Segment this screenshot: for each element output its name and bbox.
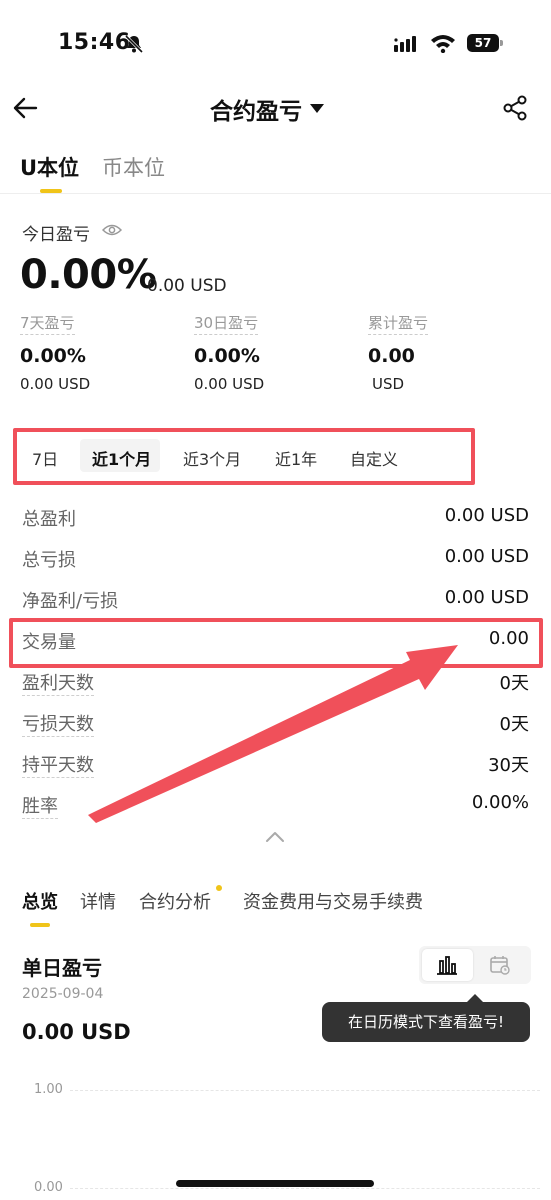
- row-loss-days-label[interactable]: 亏损天数: [22, 710, 94, 737]
- calendar-icon[interactable]: [489, 955, 511, 975]
- row-net-pnl-value: 0.00 USD: [444, 587, 529, 608]
- row-profit-days-value: 0天: [499, 673, 529, 694]
- daily-pnl-value: 0.00 USD: [22, 1020, 131, 1044]
- wifi-icon: [431, 35, 455, 53]
- daily-pnl-date: 2025-09-04: [22, 986, 104, 1002]
- stat-30d-percent: 0.00%: [194, 345, 260, 367]
- tab-details[interactable]: 详情: [80, 888, 116, 914]
- stat-total-label[interactable]: 累计盈亏: [368, 312, 429, 335]
- row-net-pnl-label: 净盈利/亏损: [22, 591, 119, 612]
- stat-total-value: 0.00: [368, 345, 415, 367]
- daily-pnl-title: 单日盈亏: [22, 956, 102, 980]
- row-total-profit-label: 总盈利: [22, 509, 76, 530]
- tab-funding-fees[interactable]: 资金费用与交易手续费: [243, 888, 423, 914]
- back-arrow-icon[interactable]: [12, 96, 38, 120]
- grid-line: [70, 1188, 540, 1189]
- page-title: 合约盈亏: [210, 99, 302, 125]
- chevron-up-icon[interactable]: [264, 830, 286, 844]
- bar-chart-icon[interactable]: [436, 955, 458, 975]
- divider: [0, 193, 551, 194]
- row-total-profit-value: 0.00 USD: [444, 505, 529, 526]
- axis-label-bottom: 0.00: [34, 1180, 63, 1195]
- row-flat-days-label[interactable]: 持平天数: [22, 751, 94, 778]
- home-indicator: [176, 1180, 374, 1187]
- tab-coin-margin[interactable]: 币本位: [102, 152, 165, 182]
- silent-bell-icon: [124, 34, 144, 54]
- tab-u-margin[interactable]: U本位: [20, 152, 79, 182]
- row-total-loss-label: 总亏损: [22, 550, 76, 571]
- row-flat-days-value: 30天: [488, 755, 529, 776]
- row-profit-days-label[interactable]: 盈利天数: [22, 669, 94, 696]
- calendar-tooltip: 在日历模式下查看盈亏!: [322, 1002, 530, 1042]
- today-pnl-usd: 0.00 USD: [147, 276, 227, 296]
- stat-7d-label[interactable]: 7天盈亏: [20, 312, 75, 335]
- stat-total-unit: USD: [372, 375, 405, 393]
- eye-icon[interactable]: [102, 223, 122, 237]
- title-dropdown[interactable]: 合约盈亏: [210, 92, 324, 126]
- row-loss-days-value: 0天: [499, 714, 529, 735]
- status-time: 15:46: [58, 30, 131, 55]
- stat-7d-usd: 0.00 USD: [20, 375, 91, 393]
- stat-30d-label[interactable]: 30日盈亏: [194, 312, 259, 335]
- annotation-highlight-periods: [13, 428, 475, 485]
- grid-line: [70, 1090, 540, 1091]
- row-win-rate-label[interactable]: 胜率: [22, 792, 58, 819]
- tooltip-arrow: [467, 994, 483, 1002]
- row-win-rate-value: 0.00%: [471, 792, 529, 813]
- annotation-highlight-volume: [9, 618, 543, 668]
- stat-7d-percent: 0.00%: [20, 345, 86, 367]
- bottom-tab-underline: [30, 923, 50, 927]
- cell-signal-icon: [394, 36, 416, 52]
- today-pnl-label: 今日盈亏: [22, 225, 90, 245]
- tab-contract-analysis[interactable]: 合约分析: [139, 888, 211, 914]
- tab-overview[interactable]: 总览: [22, 888, 58, 914]
- share-icon[interactable]: [502, 95, 528, 121]
- axis-label-top: 1.00: [34, 1082, 63, 1097]
- caret-down-icon: [310, 104, 324, 113]
- row-total-loss-value: 0.00 USD: [444, 546, 529, 567]
- battery-icon: 57: [467, 34, 503, 52]
- new-badge-dot: [216, 885, 222, 891]
- battery-level: 57: [467, 34, 499, 52]
- stat-30d-usd: 0.00 USD: [194, 375, 265, 393]
- today-pnl-percent: 0.00%: [20, 252, 157, 298]
